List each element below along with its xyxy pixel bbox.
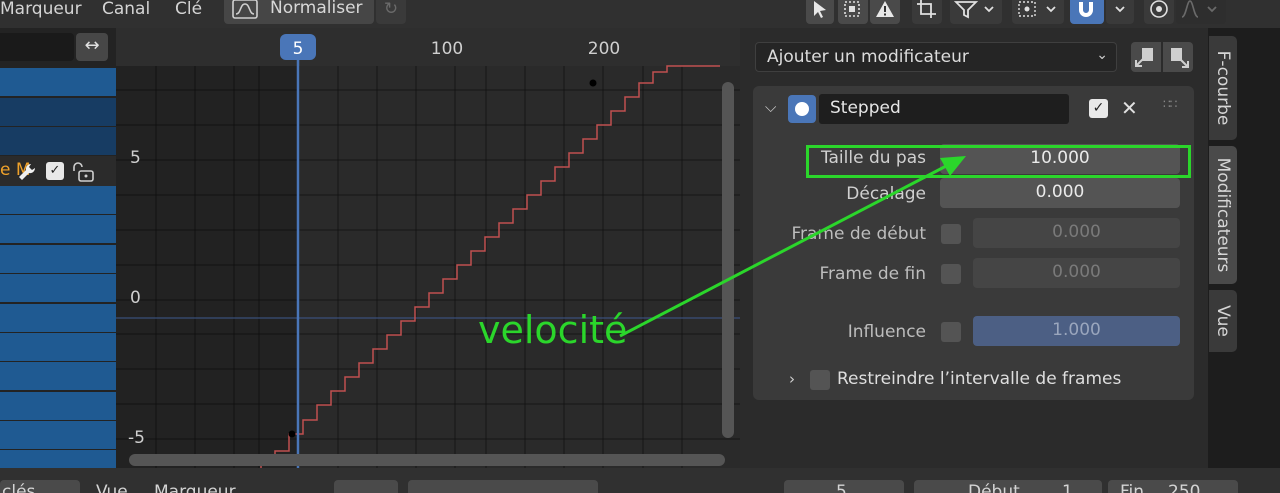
falloff-icon <box>1181 0 1217 18</box>
refresh-button[interactable]: ↻ <box>376 0 406 24</box>
cursor-icon <box>814 1 826 18</box>
filter-icon <box>954 1 994 19</box>
channel-row-active[interactable]: e M ✓ <box>0 156 116 186</box>
snap-options-button[interactable] <box>1106 0 1134 24</box>
warning-icon <box>876 1 894 17</box>
top-menu-bar: Marqueur Canal Clé Normaliser ↻ <box>0 0 1280 28</box>
normalize-icon <box>232 0 258 19</box>
swap-icon: ↔ <box>84 35 100 56</box>
warning-button[interactable] <box>870 0 900 24</box>
value-tick-5: 5 <box>130 148 141 168</box>
record-toggle[interactable] <box>334 480 398 493</box>
channel-search-input[interactable] <box>0 33 74 61</box>
copy-modifiers-button[interactable] <box>1131 42 1161 72</box>
end-value: 250 <box>1168 482 1201 493</box>
tab-view-label: Vue <box>1213 305 1233 337</box>
menu-key[interactable]: Clé <box>175 0 202 20</box>
channel-row[interactable] <box>0 362 116 390</box>
pivot-icon <box>1018 1 1056 17</box>
filter-button[interactable] <box>950 0 1002 24</box>
frame-tick-100: 100 <box>431 39 463 59</box>
drag-handle-icon[interactable]: ∷∷ <box>1163 97 1177 111</box>
annotation-arrow <box>619 156 966 338</box>
channel-row[interactable] <box>0 127 116 155</box>
channel-row[interactable] <box>0 68 116 96</box>
close-icon[interactable]: ✕ <box>1121 96 1138 120</box>
select-tool-button[interactable] <box>806 0 834 24</box>
tab-fcurve[interactable]: F-courbe <box>1209 36 1237 140</box>
wrench-icon[interactable] <box>17 162 37 182</box>
window-edge <box>1244 28 1280 468</box>
playback-controls[interactable] <box>408 480 598 493</box>
channel-row[interactable] <box>0 215 116 243</box>
crop-button[interactable] <box>912 0 942 24</box>
channel-row[interactable] <box>0 304 116 332</box>
magnet-icon <box>1079 2 1093 17</box>
box-select-button[interactable] <box>838 0 868 24</box>
refresh-icon: ↻ <box>383 0 399 19</box>
modifier-name-text: Stepped <box>830 98 901 118</box>
end-frame-field[interactable]: 0.000 <box>973 258 1180 288</box>
tab-modifiers[interactable]: Modificateurs <box>1209 146 1237 284</box>
proportional-edit-icon <box>1150 0 1168 18</box>
channel-row[interactable] <box>0 450 116 468</box>
current-frame-value: 5 <box>836 482 847 493</box>
normalize-button[interactable]: Normaliser <box>224 0 374 24</box>
channel-row[interactable] <box>0 392 116 420</box>
start-frame-field[interactable]: 0.000 <box>973 218 1180 248</box>
tab-fcurve-label: F-courbe <box>1213 50 1233 126</box>
influence-field[interactable]: 1.000 <box>973 316 1180 346</box>
bottom-menu-marker[interactable]: Marqueur <box>154 483 236 493</box>
value-tick-minus-5: -5 <box>128 428 145 448</box>
restrict-range-checkbox[interactable] <box>810 370 830 390</box>
horizontal-scrollbar <box>129 454 725 466</box>
channel-row[interactable] <box>0 333 116 361</box>
crop-icon <box>917 0 936 18</box>
collapse-chevron-icon[interactable]: ⌵ <box>765 98 776 116</box>
restrict-chevron-icon[interactable]: › <box>789 370 795 388</box>
paste-modifiers-button[interactable] <box>1163 42 1193 72</box>
tab-modifiers-label: Modificateurs <box>1213 157 1233 273</box>
value-tick-0: 0 <box>130 288 141 308</box>
add-modifier-label: Ajouter un modificateur <box>767 47 969 67</box>
channel-row[interactable] <box>0 245 116 273</box>
channel-row[interactable] <box>0 421 116 449</box>
start-value: 1 <box>1062 482 1073 493</box>
keys-label: clés <box>2 482 36 493</box>
snap-button[interactable] <box>1070 0 1104 24</box>
unlock-icon[interactable] <box>70 161 96 183</box>
bottom-menu-view[interactable]: Vue <box>96 483 128 493</box>
end-label: Fin <box>1120 482 1145 493</box>
normalize-label: Normaliser <box>270 0 363 18</box>
tab-view[interactable]: Vue <box>1209 290 1237 352</box>
add-modifier-dropdown[interactable]: Ajouter un modificateur ⌄ <box>755 42 1117 72</box>
falloff-button[interactable] <box>1176 0 1226 24</box>
channel-enable-checkbox[interactable]: ✓ <box>46 162 64 180</box>
chevron-down-icon <box>1115 6 1125 13</box>
modifier-type-icon <box>788 95 816 123</box>
swap-button[interactable]: ↔ <box>76 33 108 61</box>
channel-row[interactable] <box>0 186 116 214</box>
modifier-name-field[interactable]: Stepped <box>819 94 1069 124</box>
box-select-icon <box>844 1 860 17</box>
start-label: Début <box>968 482 1020 493</box>
proportional-edit-button[interactable] <box>1144 0 1174 24</box>
pivot-button[interactable] <box>1012 0 1064 24</box>
restrict-range-label: Restreindre l’intervalle de frames <box>837 369 1122 389</box>
chevron-down-icon: ⌄ <box>1096 47 1108 63</box>
channel-row[interactable] <box>0 98 116 126</box>
copy-icon <box>1135 48 1153 67</box>
current-frame-label[interactable]: 5 <box>293 39 304 59</box>
modifier-enable-checkbox[interactable]: ✓ <box>1089 99 1108 118</box>
channel-row[interactable] <box>0 274 116 302</box>
menu-channel[interactable]: Canal <box>102 0 150 20</box>
frame-tick-200: 200 <box>588 39 620 59</box>
menu-marker[interactable]: Marqueur <box>0 0 82 20</box>
paste-icon <box>1171 48 1189 68</box>
